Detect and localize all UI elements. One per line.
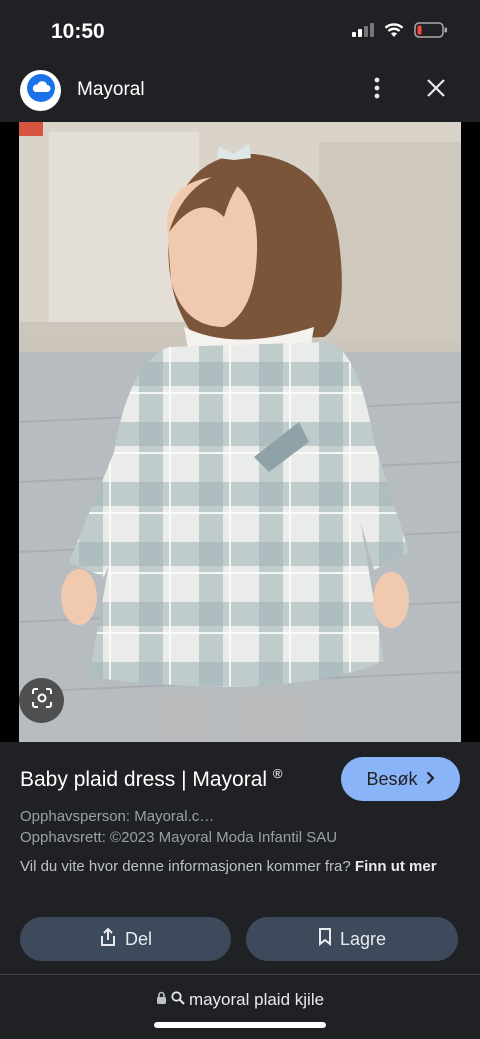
close-button[interactable] (422, 76, 450, 104)
lock-icon (156, 990, 167, 1010)
result-title[interactable]: Baby plaid dress | Mayoral ® (20, 766, 283, 792)
more-vert-icon (374, 77, 380, 104)
source-question-text: Vil du vite hvor denne informasjonen kom… (20, 858, 351, 875)
site-name[interactable]: Mayoral (77, 79, 145, 101)
registered-mark: ® (272, 766, 283, 781)
visit-button[interactable]: Besøk (341, 757, 460, 801)
bookmark-icon (318, 927, 332, 951)
image-viewer (0, 122, 480, 742)
status-icons (352, 22, 448, 43)
lens-search-button[interactable] (19, 678, 64, 723)
home-indicator[interactable] (154, 1022, 326, 1028)
save-button[interactable]: Lagre (246, 917, 458, 961)
share-icon (99, 927, 117, 952)
source-info: Vil du vite hvor denne informasjonen kom… (20, 856, 460, 878)
share-label: Del (124, 928, 152, 949)
search-icon (171, 990, 185, 1010)
wifi-icon (384, 22, 404, 43)
site-logo[interactable] (20, 70, 61, 111)
cloud-icon (26, 73, 56, 108)
status-bar: 10:50 (0, 0, 480, 62)
status-time: 10:50 (51, 20, 105, 43)
visit-label: Besøk (366, 768, 418, 789)
share-button[interactable]: Del (20, 917, 231, 961)
viewer-header: Mayoral (0, 62, 480, 122)
creator-text: Opphavsperson: Mayoral.c… (20, 808, 215, 825)
chevron-right-icon (426, 769, 435, 790)
battery-low-icon (414, 22, 448, 43)
more-options-button[interactable] (366, 76, 388, 104)
result-image[interactable] (19, 122, 461, 742)
url-query: mayoral plaid kjile (188, 990, 325, 1009)
close-icon (427, 78, 445, 102)
url-bar[interactable]: mayoral plaid kjile (0, 988, 480, 1012)
learn-more-link[interactable]: Finn ut mer (355, 858, 437, 875)
cellular-signal-icon (352, 23, 374, 42)
lens-icon (30, 686, 54, 715)
result-title-text: Baby plaid dress | Mayoral (20, 768, 268, 791)
divider (0, 974, 480, 975)
copyright-text: Opphavsrett: ©2023 Mayoral Moda Infantil… (20, 829, 338, 846)
save-label: Lagre (339, 928, 387, 949)
